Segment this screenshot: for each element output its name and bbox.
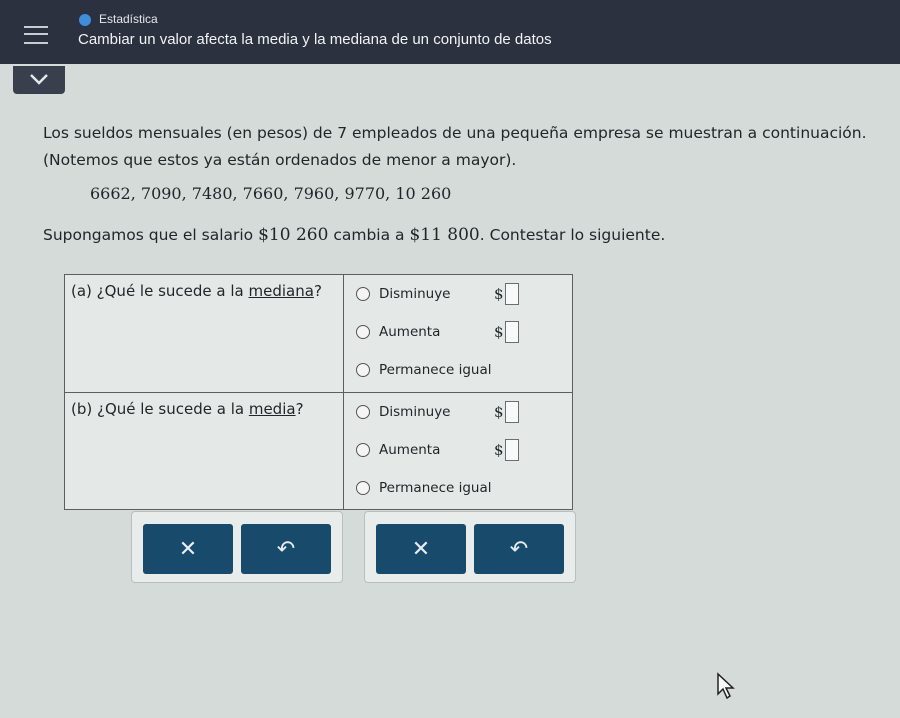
question-a-suffix: ? [313, 282, 322, 300]
option-b-decrease[interactable]: Disminuye $ [344, 393, 572, 431]
question-table: (a) ¿Qué le sucede a la mediana? Disminu… [64, 274, 573, 510]
question-a-prefix: (a) ¿Qué le sucede a la [71, 282, 249, 300]
change-statement: Supongamos que el salario $10 260 cambia… [43, 225, 665, 245]
old-salary: $10 260 [258, 225, 329, 245]
currency-symbol: $ [494, 440, 504, 459]
radio-a-decrease[interactable] [356, 287, 370, 301]
question-a-options: Disminuye $ Aumenta $ Permanece igual [343, 274, 573, 393]
close-icon: ✕ [178, 536, 198, 562]
question-b-options: Disminuye $ Aumenta $ Permanece igual [343, 391, 573, 510]
currency-symbol: $ [494, 323, 504, 341]
undo-icon: ↶ [276, 536, 296, 562]
question-b-suffix: ? [295, 399, 304, 418]
clear-a-button[interactable]: ✕ [143, 524, 233, 574]
currency-symbol: $ [494, 285, 504, 303]
salary-values: 6662, 7090, 7480, 7660, 7960, 9770, 10 2… [90, 184, 452, 203]
question-a-term-link[interactable]: mediana [249, 282, 314, 300]
question-a-cell: (a) ¿Qué le sucede a la mediana? [64, 274, 344, 393]
lesson-title: Cambiar un valor afecta la media y la me… [78, 31, 552, 48]
intro-line-2: (Notemos que estos ya están ordenados de… [43, 151, 517, 169]
radio-b-increase[interactable] [356, 442, 370, 457]
amount-b-decrease: $ [494, 400, 519, 423]
option-a-same-label: Permanece igual [379, 362, 492, 378]
amount-a-decrease: $ [494, 283, 519, 305]
radio-a-increase[interactable] [356, 325, 370, 339]
question-b-term-link[interactable]: media [249, 400, 296, 418]
option-a-decrease-label: Disminuye [379, 286, 451, 302]
collapse-toggle[interactable] [13, 66, 65, 94]
question-b-text: (b) ¿Qué le sucede a la media? [65, 393, 343, 426]
question-b-prefix: (b) ¿Qué le sucede a la [71, 399, 249, 418]
topic-label: Estadística [99, 12, 158, 26]
option-a-increase[interactable]: Aumenta $ [344, 313, 572, 351]
radio-a-same[interactable] [356, 363, 370, 377]
intro-line-1: Los sueldos mensuales (en pesos) de 7 em… [43, 124, 867, 142]
problem-intro: Los sueldos mensuales (en pesos) de 7 em… [43, 120, 893, 174]
option-a-decrease[interactable]: Disminuye $ [344, 275, 572, 313]
option-b-increase[interactable]: Aumenta $ [344, 431, 572, 469]
chevron-down-icon [30, 74, 48, 85]
change-suffix: . Contestar lo siguiente. [479, 226, 666, 244]
question-a-text: (a) ¿Qué le sucede a la mediana? [65, 275, 343, 308]
currency-symbol: $ [494, 402, 504, 421]
amount-input-b-decrease[interactable] [504, 400, 519, 423]
mouse-cursor-icon [717, 672, 735, 700]
change-middle: cambia a [328, 226, 410, 244]
answer-a-controls: ✕ ↶ [131, 511, 343, 583]
option-b-increase-label: Aumenta [379, 441, 441, 458]
radio-b-decrease[interactable] [356, 404, 370, 419]
topic-status-dot [79, 14, 91, 26]
option-a-increase-label: Aumenta [379, 324, 441, 340]
clear-b-button[interactable]: ✕ [376, 524, 466, 574]
undo-b-button[interactable]: ↶ [474, 524, 564, 574]
new-salary: $11 800 [409, 225, 480, 245]
option-b-decrease-label: Disminuye [379, 403, 451, 420]
question-b-cell: (b) ¿Qué le sucede a la media? [64, 391, 344, 510]
undo-a-button[interactable]: ↶ [241, 524, 331, 574]
undo-icon: ↶ [509, 536, 529, 562]
amount-input-b-increase[interactable] [504, 438, 519, 461]
amount-input-a-decrease[interactable] [504, 283, 519, 305]
option-a-same[interactable]: Permanece igual [344, 351, 572, 389]
answer-b-controls: ✕ ↶ [364, 511, 576, 583]
top-header: Estadística Cambiar un valor afecta la m… [0, 0, 900, 64]
amount-input-a-increase[interactable] [504, 321, 519, 343]
amount-b-increase: $ [494, 438, 519, 461]
close-icon: ✕ [411, 536, 431, 562]
option-b-same[interactable]: Permanece igual [344, 469, 572, 507]
amount-a-increase: $ [494, 321, 519, 343]
radio-b-same[interactable] [356, 480, 370, 495]
change-prefix: Supongamos que el salario [43, 226, 259, 244]
hamburger-menu-icon[interactable] [24, 26, 48, 44]
option-b-same-label: Permanece igual [379, 479, 492, 496]
